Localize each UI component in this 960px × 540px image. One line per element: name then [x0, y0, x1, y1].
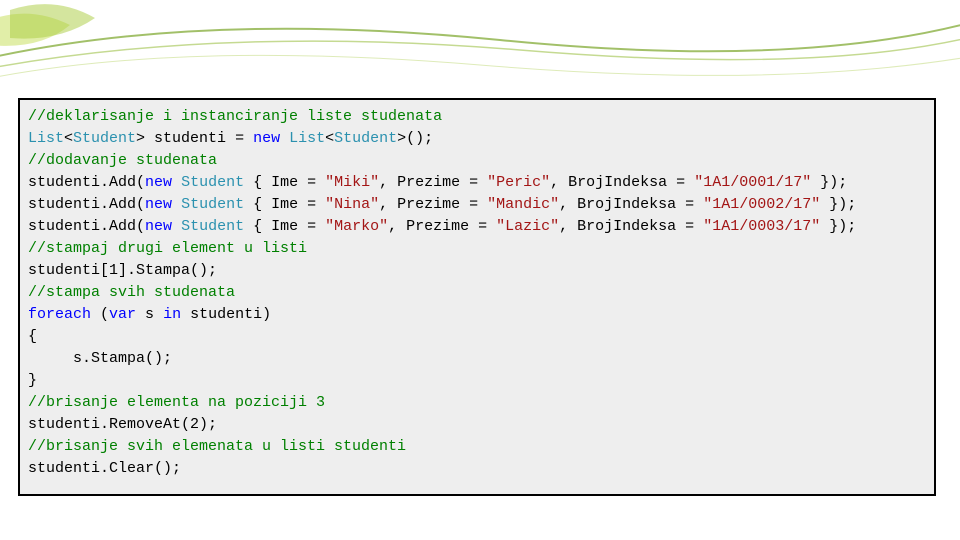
code-line: studenti.RemoveAt(2); [28, 414, 926, 436]
code-line: //brisanje svih elemenata u listi studen… [28, 436, 926, 458]
code-line: foreach (var s in studenti) [28, 304, 926, 326]
code-line: //stampaj drugi element u listi [28, 238, 926, 260]
code-line: studenti.Add(new Student { Ime = "Marko"… [28, 216, 926, 238]
code-line: { [28, 326, 926, 348]
decorative-swoosh [0, 0, 960, 80]
code-line: studenti[1].Stampa(); [28, 260, 926, 282]
code-line: } [28, 370, 926, 392]
code-line: List<Student> studenti = new List<Studen… [28, 128, 926, 150]
code-line: //stampa svih studenata [28, 282, 926, 304]
code-line: //brisanje elementa na poziciji 3 [28, 392, 926, 414]
code-line: studenti.Clear(); [28, 458, 926, 480]
code-line: studenti.Add(new Student { Ime = "Miki",… [28, 172, 926, 194]
code-line: s.Stampa(); [28, 348, 926, 370]
code-line: //dodavanje studenata [28, 150, 926, 172]
code-line: //deklarisanje i instanciranje liste stu… [28, 106, 926, 128]
code-block: //deklarisanje i instanciranje liste stu… [18, 98, 936, 496]
code-line: studenti.Add(new Student { Ime = "Nina",… [28, 194, 926, 216]
